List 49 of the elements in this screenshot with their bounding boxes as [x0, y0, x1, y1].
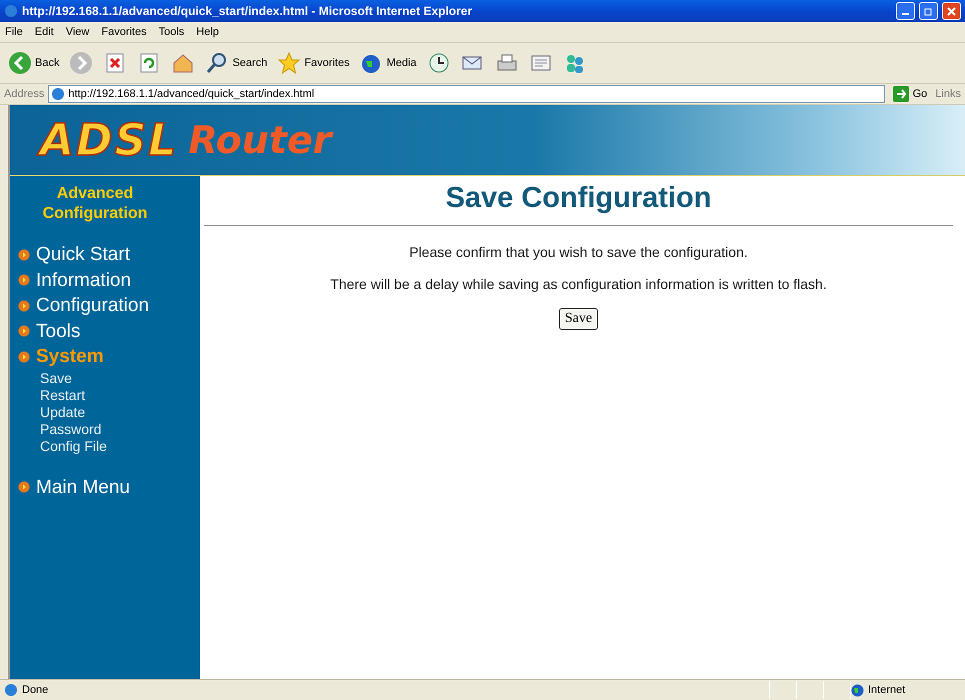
- nav-link[interactable]: Configuration: [10, 293, 200, 318]
- toolbar-button[interactable]: Search: [203, 51, 270, 75]
- message-text: There will be a delay while saving as configuration information is written to flash.: [330, 276, 827, 292]
- clock-icon: [426, 51, 451, 75]
- menu-item[interactable]: View: [66, 26, 90, 38]
- menu-item[interactable]: Edit: [34, 26, 54, 38]
- nav-link[interactable]: Information: [10, 268, 200, 293]
- nav-link[interactable]: Quick Start: [10, 242, 200, 268]
- toolbar-button[interactable]: Favorites: [275, 51, 352, 75]
- nav-link[interactable]: Tools: [10, 318, 200, 344]
- minimize-icon: [902, 12, 909, 14]
- toolbar-button[interactable]: Media: [358, 51, 419, 75]
- sub-nav-link[interactable]: Update: [10, 404, 200, 420]
- address-label: Address: [4, 88, 44, 100]
- menu-item[interactable]: Help: [196, 26, 219, 38]
- logo-text: Router: [188, 118, 332, 162]
- window-title: http://192.168.1.1/advanced/quick_start/index.html - Microsoft Internet Explorer: [22, 4, 474, 18]
- save-button[interactable]: Save: [558, 308, 598, 330]
- globe-icon: [851, 684, 864, 696]
- star-icon: [277, 51, 302, 75]
- bullet-icon: [18, 300, 30, 312]
- bullet-icon: [18, 274, 30, 286]
- sub-nav-link[interactable]: Config File: [10, 438, 200, 454]
- bullet-icon: [18, 325, 30, 338]
- close-icon: [947, 6, 956, 16]
- menu-item[interactable]: Tools: [158, 26, 184, 38]
- sub-nav-link[interactable]: Restart: [10, 386, 200, 404]
- restore-button[interactable]: [919, 2, 938, 20]
- close-button[interactable]: [942, 2, 961, 20]
- sub-nav-link[interactable]: Save: [10, 370, 200, 386]
- message-text: Please confirm that you wish to save the configuration.: [409, 244, 748, 260]
- toolbar-button[interactable]: Back: [6, 51, 62, 75]
- zone-text: Internet: [868, 684, 906, 696]
- nav-link[interactable]: Main Menu: [10, 474, 200, 500]
- links-label[interactable]: Links: [935, 88, 961, 100]
- go-button[interactable]: Go: [888, 86, 932, 102]
- minimize-button[interactable]: [896, 2, 915, 20]
- address-field[interactable]: http://192.168.1.1/advanced/quick_start/index.html: [48, 85, 885, 103]
- sub-nav-link[interactable]: Password: [10, 420, 200, 438]
- menu-item[interactable]: Favorites: [101, 26, 147, 38]
- page-title: Save Configuration: [446, 182, 712, 215]
- bullet-icon: [18, 481, 30, 494]
- bullet-icon: [18, 350, 30, 363]
- sidebar-heading: Advanced Configuration: [42, 184, 148, 224]
- bullet-icon: [18, 248, 30, 261]
- menu-item[interactable]: File: [5, 26, 23, 38]
- arrow-icon: [892, 86, 909, 102]
- status-text: Done: [22, 684, 50, 696]
- restore-icon: [924, 6, 933, 16]
